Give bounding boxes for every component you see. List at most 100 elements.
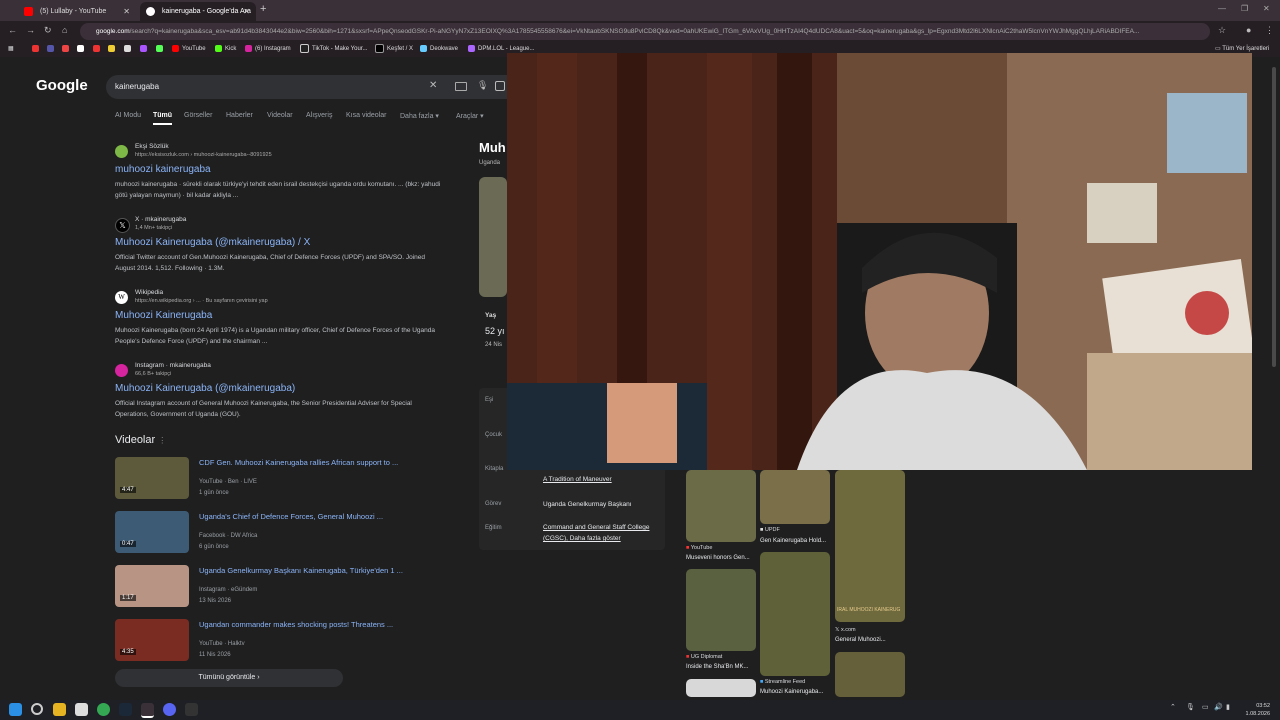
video-title[interactable]: CDF Gen. Muhoozi Kainerugaba rallies Afr…: [199, 458, 398, 467]
app-icon[interactable]: [185, 703, 198, 716]
result-title[interactable]: muhoozi kainerugaba: [115, 164, 211, 175]
page-scrollbar[interactable]: [1272, 67, 1276, 367]
result-title[interactable]: Muhoozi Kainerugaba: [115, 310, 212, 321]
keyboard-icon[interactable]: [455, 82, 467, 91]
bookmark-icon-1[interactable]: [32, 44, 42, 55]
chevron-up-icon[interactable]: ⌃: [1170, 703, 1176, 711]
image-source-label: x.com: [840, 627, 856, 633]
result-title[interactable]: Muhoozi Kainerugaba (@mkainerugaba): [115, 383, 295, 394]
tab-images[interactable]: Görseller: [184, 112, 212, 119]
tab-youtube[interactable]: (5) Lullaby - YouTube ✕: [18, 2, 136, 21]
image-result[interactable]: [835, 652, 905, 697]
chrome-active-icon[interactable]: [141, 703, 154, 718]
back-button[interactable]: ←: [8, 25, 17, 35]
image-result[interactable]: [686, 679, 756, 697]
kp-image[interactable]: [479, 177, 507, 297]
file-explorer-icon[interactable]: [53, 703, 66, 716]
microphone-icon[interactable]: 🎙: [477, 80, 488, 91]
bookmark-icon-4[interactable]: [77, 44, 87, 55]
maximize-button[interactable]: ❐: [1241, 4, 1248, 13]
video-title[interactable]: Ugandan commander makes shocking posts! …: [199, 620, 393, 629]
tab-videos[interactable]: Videolar: [267, 112, 293, 119]
result-url[interactable]: https://en.wikipedia.org › ... · Bu sayf…: [135, 298, 268, 304]
store-icon[interactable]: [75, 703, 88, 716]
tab-shopping[interactable]: Alışveriş: [306, 112, 332, 119]
video-title[interactable]: Uganda Genelkurmay Başkanı Kainerugaba, …: [199, 566, 403, 575]
more-options-icon[interactable]: ⋮: [158, 436, 166, 445]
image-caption[interactable]: Gen Kainerugaba Hold...: [760, 538, 826, 544]
chrome-icon[interactable]: [97, 703, 110, 716]
forward-button[interactable]: →: [26, 25, 35, 35]
tab-short-videos[interactable]: Kısa videolar: [346, 112, 386, 119]
new-tab-button[interactable]: +: [260, 3, 266, 15]
result-snippet: Official Twitter account of Gen.Muhoozi …: [115, 254, 425, 272]
clear-search-icon[interactable]: ✕: [429, 80, 437, 91]
kp-fact-value[interactable]: A Tradition of Maneuver: [543, 474, 612, 485]
tab-google-search[interactable]: kainerugaba - Google'da Ara ✕: [140, 2, 256, 21]
close-icon[interactable]: ✕: [123, 2, 130, 21]
result-url[interactable]: https://eksisozluk.com › muhoozi-kaineru…: [135, 152, 272, 158]
home-button[interactable]: ⌂: [62, 25, 67, 35]
tab-all[interactable]: Tümü: [153, 112, 173, 125]
lens-icon[interactable]: [495, 81, 505, 91]
bookmark-icon-3[interactable]: [62, 44, 72, 55]
bookmark-tiktok[interactable]: TikTok - Make Your...: [300, 44, 367, 55]
video-result[interactable]: 0:47 Uganda's Chief of Defence Forces, G…: [115, 511, 445, 555]
reload-button[interactable]: ↻: [44, 25, 52, 36]
video-result[interactable]: 4:47 CDF Gen. Muhoozi Kainerugaba rallie…: [115, 457, 445, 501]
view-all-videos-button[interactable]: Tümünü görüntüle ›: [115, 669, 343, 687]
video-result[interactable]: 4:35 Ugandan commander makes shocking po…: [115, 619, 445, 663]
close-icon[interactable]: ✕: [243, 2, 250, 21]
bookmark-icon-9[interactable]: [156, 44, 166, 55]
menu-icon[interactable]: ⋮: [1265, 25, 1274, 36]
discord-icon[interactable]: [163, 703, 176, 716]
result-site: Wikipedia: [135, 289, 164, 296]
image-result[interactable]: [760, 470, 830, 524]
microphone-icon[interactable]: 🎙: [1186, 703, 1195, 711]
bookmark-x[interactable]: Keşfet / X: [375, 44, 413, 55]
taskbar-clock[interactable]: 03:52 1.08.2026: [1240, 702, 1270, 718]
image-caption[interactable]: General Muhoozi...: [835, 637, 886, 643]
image-result[interactable]: [835, 470, 905, 622]
video-title[interactable]: Uganda's Chief of Defence Forces, Genera…: [199, 512, 383, 521]
image-result[interactable]: [686, 470, 756, 542]
tab-ai-mode[interactable]: AI Modu: [115, 112, 141, 119]
video-result[interactable]: 1:17 Uganda Genelkurmay Başkanı Kainerug…: [115, 565, 445, 609]
bookmark-icon-6[interactable]: [108, 44, 118, 55]
star-icon[interactable]: ☆: [1218, 25, 1226, 36]
tab-more[interactable]: Daha fazla ▾: [400, 112, 439, 120]
minimize-button[interactable]: —: [1218, 4, 1226, 13]
bookmark-kick[interactable]: Kick: [215, 44, 236, 55]
result-title[interactable]: Muhoozi Kainerugaba (@mkainerugaba) / X: [115, 237, 310, 248]
bookmark-youtube[interactable]: YouTube: [172, 44, 206, 55]
result-snippet: Official Instagram account of General Mu…: [115, 400, 412, 418]
windows-start-icon[interactable]: [9, 703, 22, 716]
bookmark-icon-8[interactable]: [140, 44, 150, 55]
google-logo[interactable]: Google: [36, 77, 88, 94]
profile-icon[interactable]: ●: [1246, 25, 1251, 35]
battery-icon[interactable]: ▮: [1226, 703, 1230, 711]
search-icon[interactable]: [31, 703, 43, 715]
volume-icon[interactable]: 🔊: [1214, 703, 1223, 711]
bookmark-instagram[interactable]: (6) Instagram: [245, 44, 291, 55]
window-close-button[interactable]: ✕: [1263, 4, 1270, 13]
bookmark-deokwave[interactable]: Deokwave: [420, 44, 458, 55]
bookmark-icon-2[interactable]: [47, 44, 57, 55]
image-caption[interactable]: Muhoozi Kainerugaba...: [760, 689, 823, 695]
search-input[interactable]: kainerugaba: [115, 82, 159, 91]
chevron-down-icon: ▾: [435, 113, 439, 120]
address-bar[interactable]: google.com/search?q=kainerugaba&sca_esv=…: [80, 23, 1210, 40]
search-box[interactable]: kainerugaba ✕ 🎙: [106, 75, 526, 99]
apps-icon[interactable]: ▦: [8, 44, 14, 55]
network-icon[interactable]: ▭: [1202, 703, 1209, 711]
image-result[interactable]: [760, 552, 830, 676]
tab-news[interactable]: Haberler: [226, 112, 253, 119]
tab-tools[interactable]: Araçlar ▾: [456, 112, 484, 120]
steam-icon[interactable]: [119, 703, 132, 716]
image-caption[interactable]: Museveni honors Gen...: [686, 555, 750, 561]
bookmark-icon-7[interactable]: [124, 44, 134, 55]
kp-fact-value[interactable]: Command and General Staff College (CGSC)…: [543, 522, 663, 544]
image-result[interactable]: [686, 569, 756, 651]
image-caption[interactable]: Inside the Sha'Bn MK...: [686, 664, 749, 670]
bookmark-icon-5[interactable]: [93, 44, 103, 55]
